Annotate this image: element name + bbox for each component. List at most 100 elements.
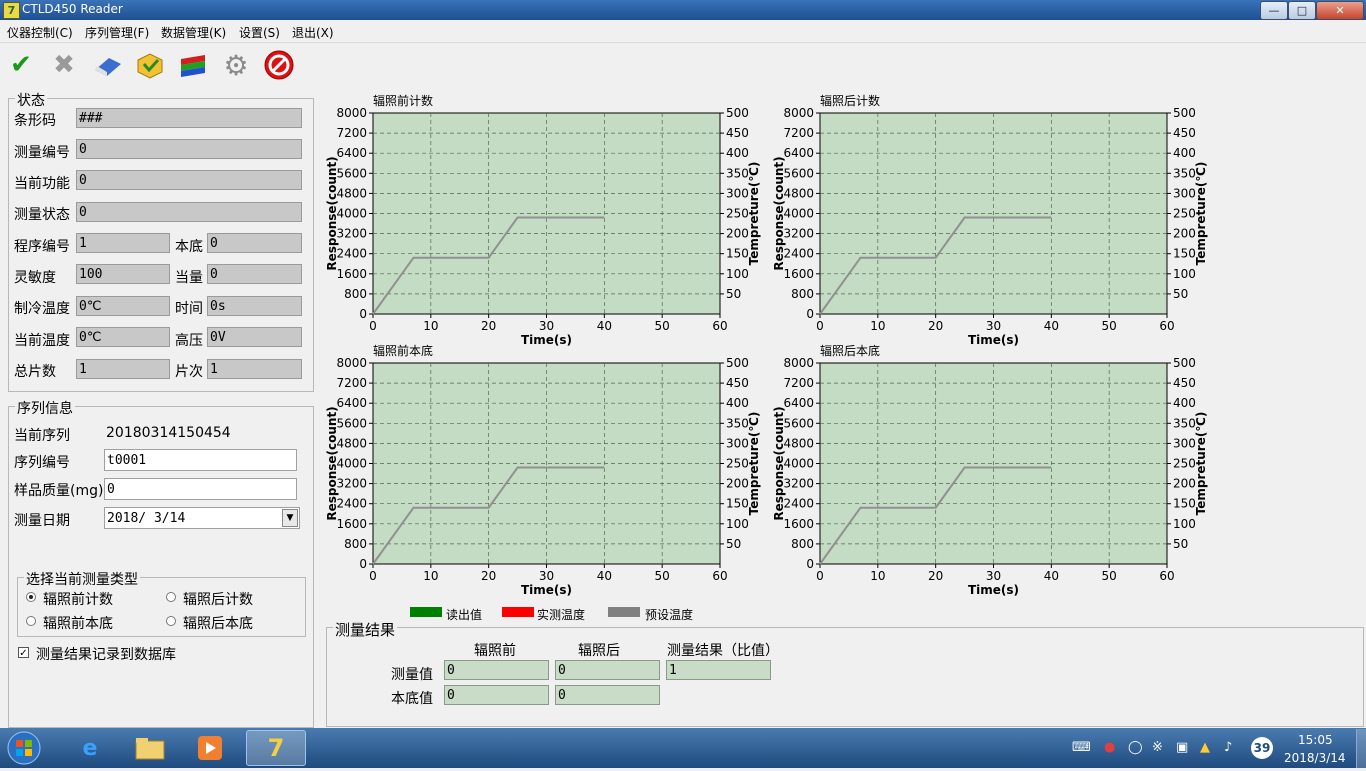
measure-after-field[interactable]: 0 (555, 660, 660, 680)
stop-icon[interactable] (262, 48, 296, 82)
measure-state-field[interactable]: 0 (76, 202, 302, 222)
shield-icon[interactable]: ◯ (1128, 740, 1143, 755)
x-tick-label: 30 (986, 319, 1001, 333)
usb-icon[interactable]: ▣ (1176, 740, 1188, 755)
restore-icon: □ (1296, 4, 1308, 17)
radio-pre-bg-label[interactable]: 辐照前本底 (43, 613, 113, 633)
row-bg-label: 本底值 (391, 691, 433, 707)
date-picker[interactable]: 2018/ 3/14 (104, 507, 300, 529)
record-db-checkbox[interactable]: ✓ (18, 647, 29, 659)
cross-icon[interactable]: ✖ (47, 48, 81, 82)
radio-pre-count[interactable] (26, 592, 36, 602)
ie-icon[interactable]: e (60, 730, 120, 766)
measure-no-field[interactable]: 0 (76, 139, 302, 159)
y-axis-label: Response(count) (325, 156, 339, 270)
time-field[interactable]: 0s (207, 296, 302, 316)
hv-field[interactable]: 0V (207, 327, 302, 347)
x-axis-label: Time(s) (521, 583, 572, 597)
menu-data[interactable]: 数据管理(K) (161, 24, 226, 41)
current-temp-field[interactable]: 0℃ (76, 327, 170, 347)
keyboard-icon[interactable]: ⌨ (1072, 740, 1091, 755)
y-tick-label: 4800 (336, 186, 367, 200)
show-desktop-button[interactable] (1356, 729, 1366, 768)
record-db-label[interactable]: 测量结果记录到数据库 (36, 644, 176, 664)
current-temp-label: 当前温度 (14, 333, 70, 349)
radio-pre-bg[interactable] (26, 616, 36, 626)
current-func-field[interactable]: 0 (76, 170, 302, 190)
y-axis-label: Response(count) (325, 406, 339, 520)
radio-pre-count-label[interactable]: 辐照前计数 (43, 589, 113, 609)
y2-tick-label: 100 (1173, 517, 1196, 531)
program-no-field[interactable]: 1 (76, 233, 170, 253)
sample-mass-input[interactable]: 0 (104, 478, 297, 500)
radio-post-count[interactable] (166, 592, 176, 602)
bg-before-field[interactable]: 0 (444, 685, 549, 705)
chip-index-field[interactable]: 1 (207, 359, 302, 379)
clock-time[interactable]: 15:05 (1298, 733, 1333, 747)
measure-before-field[interactable]: 0 (444, 660, 549, 680)
y2-tick-label: 50 (726, 537, 741, 551)
minimize-button[interactable]: — (1260, 1, 1288, 20)
y2-tick-label: 400 (1173, 396, 1196, 410)
menu-exit[interactable]: 退出(X) (292, 24, 334, 41)
chart-title: 辐照后本底 (820, 343, 880, 358)
ctld-reader-icon[interactable]: 7 (246, 730, 306, 766)
y2-tick-label: 100 (726, 267, 749, 281)
status-group-title: 状态 (15, 90, 47, 110)
dose-field[interactable]: 0 (207, 264, 302, 284)
gear-icon[interactable]: ⚙ (219, 48, 253, 82)
current-func-label: 当前功能 (14, 176, 70, 192)
total-chips-field[interactable]: 1 (76, 359, 170, 379)
ratio-field[interactable]: 1 (666, 660, 771, 680)
media-player-icon[interactable] (180, 730, 240, 766)
radio-post-count-label[interactable]: 辐照后计数 (183, 589, 253, 609)
refresh-icon[interactable] (133, 48, 167, 82)
explorer-icon[interactable] (120, 730, 180, 766)
menu-instrument[interactable]: 仪器控制(C) (7, 24, 73, 41)
bg-after-field[interactable]: 0 (555, 685, 660, 705)
background-field[interactable]: 0 (207, 233, 302, 253)
clock-date[interactable]: 2018/3/14 (1284, 751, 1346, 765)
measure-state-label: 测量状态 (14, 207, 70, 223)
legend-preset-temp-label: 预设温度 (645, 608, 694, 622)
eraser-icon[interactable] (90, 48, 124, 82)
start-orb-icon[interactable] (4, 729, 44, 767)
layers-icon[interactable] (176, 48, 210, 82)
y-tick-label: 8000 (336, 356, 367, 370)
bluetooth-icon[interactable]: ※ (1152, 740, 1163, 755)
y-tick-label: 3200 (336, 477, 367, 491)
legend-readout-label: 读出值 (446, 608, 483, 622)
check-icon[interactable]: ✔ (4, 48, 38, 82)
network-icon[interactable]: ▲ (1200, 740, 1210, 755)
x-tick-label: 0 (369, 319, 377, 333)
x-tick-label: 40 (597, 319, 612, 333)
menu-sequence[interactable]: 序列管理(F) (85, 24, 149, 41)
barcode-field[interactable]: ### (76, 108, 302, 128)
network-share-icon[interactable]: ● (1104, 740, 1115, 755)
y-tick-label: 800 (791, 287, 814, 301)
x-tick-label: 60 (1159, 319, 1174, 333)
y-tick-label: 4800 (336, 436, 367, 450)
seq-no-input[interactable]: t0001 (104, 449, 297, 471)
legend-swatch-readout (410, 607, 442, 617)
volume-icon[interactable]: ♪ (1224, 740, 1232, 755)
chevron-down-icon[interactable]: ▼ (282, 509, 298, 527)
barcode-label: 条形码 (14, 113, 56, 129)
y2-tick-label: 200 (726, 227, 749, 241)
menu-settings[interactable]: 设置(S) (239, 24, 280, 41)
notification-badge[interactable]: 39 (1251, 737, 1273, 759)
y2-tick-label: 500 (1173, 356, 1196, 370)
minimize-icon: — (1268, 4, 1280, 17)
x-tick-label: 60 (1159, 569, 1174, 583)
sensitivity-field[interactable]: 100 (76, 264, 170, 284)
y-axis-label: Response(count) (772, 156, 786, 270)
y2-tick-label: 350 (726, 416, 749, 430)
close-button[interactable]: ✕ (1316, 1, 1364, 20)
cooling-temp-field[interactable]: 0℃ (76, 296, 170, 316)
y-tick-label: 7200 (783, 376, 814, 390)
radio-post-bg[interactable] (166, 616, 176, 626)
radio-post-bg-label[interactable]: 辐照后本底 (183, 613, 253, 633)
y-tick-label: 3200 (783, 227, 814, 241)
y2-tick-label: 400 (726, 396, 749, 410)
maximize-button[interactable]: □ (1288, 1, 1316, 20)
